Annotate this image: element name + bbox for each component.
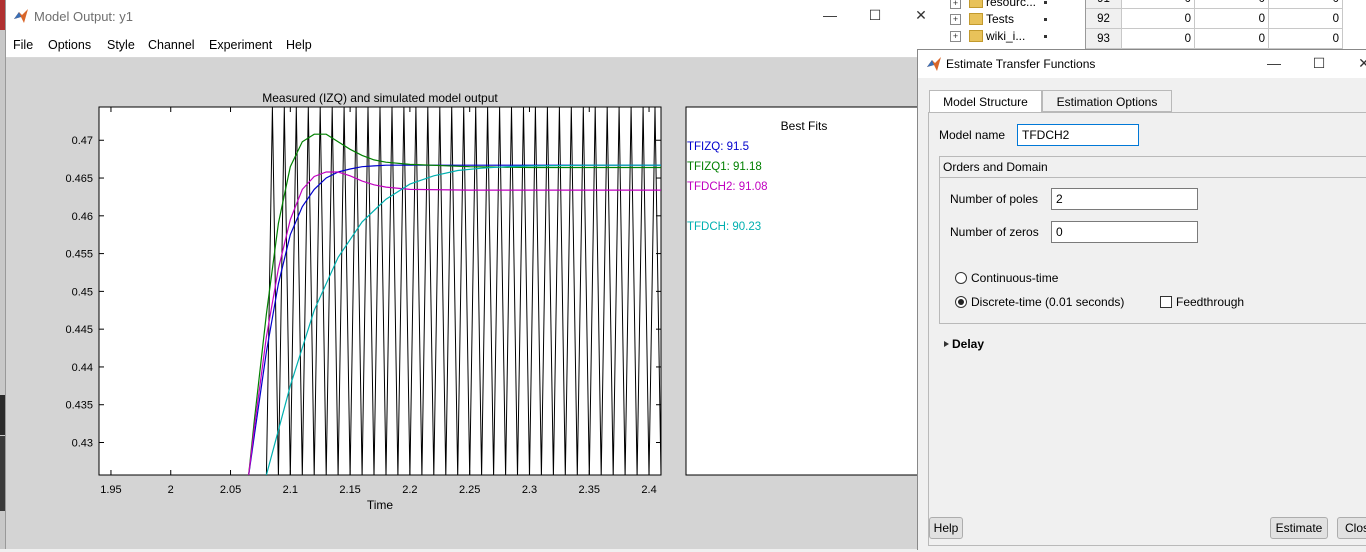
radio-selected-indicator bbox=[958, 299, 964, 305]
feedthrough-checkbox[interactable] bbox=[1160, 296, 1172, 308]
status-dot-icon bbox=[1044, 18, 1047, 21]
x-tick-label: 2.4 bbox=[641, 484, 656, 496]
menu-file[interactable]: File bbox=[13, 38, 33, 52]
help-button[interactable]: Help bbox=[929, 517, 963, 539]
best-fit-entry[interactable]: TFIZQ1: 91.18 bbox=[687, 161, 762, 173]
discrete-time-label[interactable]: Discrete-time (0.01 seconds) bbox=[971, 295, 1124, 309]
table-cell[interactable]: 0 bbox=[1122, 9, 1195, 29]
continuous-time-radio[interactable] bbox=[955, 272, 967, 284]
menu-channel[interactable]: Channel bbox=[148, 38, 195, 52]
y-tick-label: 0.465 bbox=[65, 173, 93, 185]
dialog-title-bar[interactable]: Estimate Transfer Functions — ☐ ✕ bbox=[918, 50, 1366, 78]
group-title: Orders and Domain bbox=[943, 160, 1048, 174]
maximize-button[interactable]: ☐ bbox=[855, 2, 895, 28]
matlab-logo-icon bbox=[927, 57, 941, 71]
group-divider bbox=[940, 177, 1366, 178]
model-name-label: Model name bbox=[939, 128, 1006, 142]
continuous-time-label[interactable]: Continuous-time bbox=[971, 271, 1058, 285]
folder-icon bbox=[969, 30, 983, 42]
tree-item-label[interactable]: resourc... bbox=[986, 0, 1036, 9]
x-tick-label: 2 bbox=[168, 484, 174, 496]
background-variable-table: 91 0 0 0 92 0 0 0 93 0 0 0 bbox=[1085, 0, 1366, 50]
y-tick-label: 0.47 bbox=[72, 135, 93, 147]
status-dot-icon bbox=[1044, 35, 1047, 38]
tab-estimation-options[interactable]: Estimation Options bbox=[1042, 90, 1172, 112]
y-tick-label: 0.43 bbox=[72, 438, 93, 450]
row-header: 91 bbox=[1086, 0, 1122, 9]
close-dialog-button[interactable]: Clos bbox=[1337, 517, 1366, 539]
x-tick-label: 2.1 bbox=[283, 484, 298, 496]
minimize-button[interactable]: — bbox=[810, 2, 850, 28]
zeros-input[interactable]: 0 bbox=[1051, 221, 1198, 243]
model-output-window: Model Output: y1 — ☐ ✕ File Options Styl… bbox=[5, 0, 945, 549]
feedthrough-label[interactable]: Feedthrough bbox=[1176, 295, 1244, 309]
x-tick-label: 1.95 bbox=[100, 484, 121, 496]
table-cell[interactable]: 0 bbox=[1269, 29, 1343, 49]
minimize-button[interactable]: — bbox=[1254, 50, 1294, 76]
table-cell[interactable]: 0 bbox=[1269, 0, 1343, 9]
y-tick-label: 0.44 bbox=[72, 362, 93, 374]
best-fits-title: Best Fits bbox=[781, 119, 828, 133]
title-bar[interactable]: Model Output: y1 — ☐ ✕ bbox=[6, 0, 944, 33]
expand-icon[interactable]: + bbox=[950, 14, 961, 25]
figure-canvas: Measured (IZQ) and simulated model outpu… bbox=[6, 58, 945, 549]
folder-icon bbox=[969, 13, 983, 25]
zeros-label: Number of zeros bbox=[950, 225, 1039, 239]
tree-item-label[interactable]: wiki_i... bbox=[986, 29, 1025, 43]
y-tick-label: 0.435 bbox=[65, 400, 93, 412]
expand-icon[interactable]: + bbox=[950, 0, 961, 9]
orders-and-domain-group: Orders and Domain Number of poles 2 Numb… bbox=[939, 156, 1366, 324]
model-name-input[interactable]: TFDCH2 bbox=[1017, 124, 1139, 146]
tree-item-label[interactable]: Tests bbox=[986, 12, 1014, 26]
folder-icon bbox=[969, 0, 983, 8]
tab-model-structure[interactable]: Model Structure bbox=[929, 90, 1042, 113]
model-output-plot[interactable]: Measured (IZQ) and simulated model outpu… bbox=[6, 58, 945, 549]
x-tick-label: 2.3 bbox=[522, 484, 537, 496]
expand-arrow-icon[interactable] bbox=[943, 339, 951, 349]
poles-input[interactable]: 2 bbox=[1051, 188, 1198, 210]
maximize-button[interactable]: ☐ bbox=[1299, 50, 1339, 76]
y-tick-label: 0.455 bbox=[65, 249, 93, 261]
expand-icon[interactable]: + bbox=[950, 31, 961, 42]
status-dot-icon bbox=[1044, 1, 1047, 4]
delay-section-label[interactable]: Delay bbox=[952, 337, 984, 351]
estimate-button[interactable]: Estimate bbox=[1270, 517, 1328, 539]
matlab-logo-icon bbox=[14, 9, 28, 23]
tab-panel: Model name TFDCH2 Orders and Domain Numb… bbox=[928, 112, 1366, 546]
window-title: Model Output: y1 bbox=[34, 9, 133, 24]
y-tick-label: 0.46 bbox=[72, 211, 93, 223]
menu-experiment[interactable]: Experiment bbox=[209, 38, 272, 52]
x-tick-label: 2.25 bbox=[459, 484, 480, 496]
x-tick-label: 2.2 bbox=[402, 484, 417, 496]
dialog-title: Estimate Transfer Functions bbox=[946, 57, 1096, 71]
table-cell[interactable]: 0 bbox=[1122, 29, 1195, 49]
menu-help[interactable]: Help bbox=[286, 38, 312, 52]
table-cell[interactable]: 0 bbox=[1195, 29, 1269, 49]
poles-label: Number of poles bbox=[950, 192, 1039, 206]
x-axis-label: Time bbox=[367, 498, 394, 512]
menu-options[interactable]: Options bbox=[48, 38, 91, 52]
estimate-transfer-functions-dialog: Estimate Transfer Functions — ☐ ✕ Model … bbox=[917, 49, 1366, 550]
table-cell[interactable]: 0 bbox=[1269, 9, 1343, 29]
table-cell[interactable]: 0 bbox=[1195, 0, 1269, 9]
x-tick-label: 2.05 bbox=[220, 484, 241, 496]
y-tick-label: 0.445 bbox=[65, 324, 93, 336]
close-button[interactable]: ✕ bbox=[901, 2, 941, 28]
table-cell[interactable]: 0 bbox=[1195, 9, 1269, 29]
discrete-time-radio[interactable] bbox=[955, 296, 967, 308]
row-header: 92 bbox=[1086, 9, 1122, 29]
best-fit-entry[interactable]: TFDCH: 90.23 bbox=[687, 221, 761, 233]
plot-title: Measured (IZQ) and simulated model outpu… bbox=[262, 91, 498, 105]
close-button[interactable]: ✕ bbox=[1344, 50, 1366, 76]
table-cell[interactable]: 0 bbox=[1122, 0, 1195, 9]
x-tick-label: 2.35 bbox=[579, 484, 600, 496]
best-fit-entry[interactable]: TFDCH2: 91.08 bbox=[687, 181, 768, 193]
x-tick-label: 2.15 bbox=[339, 484, 360, 496]
menu-bar bbox=[6, 33, 944, 58]
y-tick-label: 0.45 bbox=[72, 286, 93, 298]
best-fit-entry[interactable]: TFIZQ: 91.5 bbox=[687, 141, 749, 153]
row-header: 93 bbox=[1086, 29, 1122, 49]
menu-style[interactable]: Style bbox=[107, 38, 135, 52]
